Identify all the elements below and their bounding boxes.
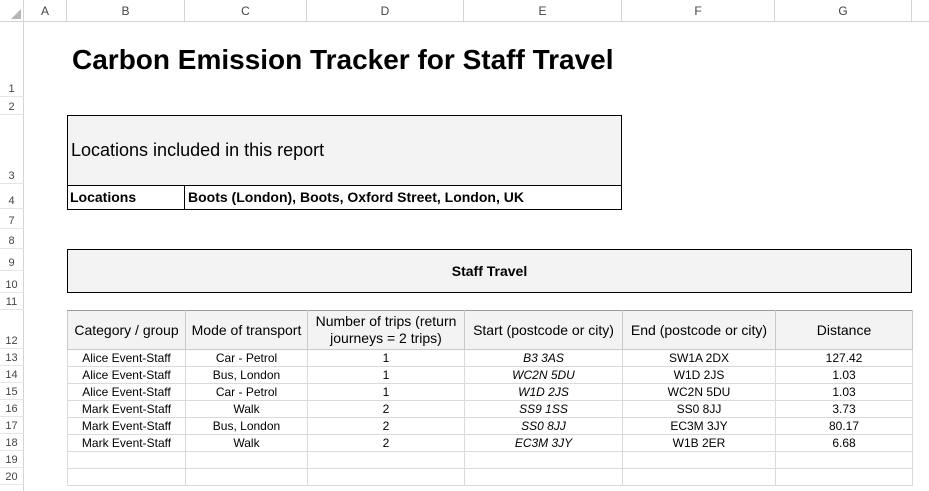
cell-start[interactable]: EC3M 3JY bbox=[464, 434, 623, 452]
table-row-empty bbox=[67, 468, 913, 486]
cell-trips[interactable]: 2 bbox=[307, 417, 465, 435]
page-title: Carbon Emission Tracker for Staff Travel bbox=[72, 44, 614, 75]
column-header-h[interactable] bbox=[912, 0, 929, 22]
cell-trips[interactable]: 2 bbox=[307, 400, 465, 418]
column-header-g[interactable]: G bbox=[775, 0, 912, 22]
empty-cell[interactable] bbox=[185, 468, 308, 486]
select-all-icon bbox=[11, 9, 21, 19]
empty-cell[interactable] bbox=[622, 468, 776, 486]
empty-cell[interactable] bbox=[775, 451, 913, 469]
cell-mode[interactable]: Walk bbox=[185, 400, 308, 418]
empty-cell[interactable] bbox=[464, 468, 623, 486]
empty-cell[interactable] bbox=[464, 451, 623, 469]
row-header-14[interactable]: 14 bbox=[0, 366, 24, 383]
column-header-d[interactable]: D bbox=[307, 0, 464, 22]
row-header-20[interactable]: 20 bbox=[0, 468, 24, 485]
table-row: Mark Event-Staff Bus, London 2 SS0 8JJ E… bbox=[67, 417, 913, 435]
cell-distance[interactable]: 6.68 bbox=[775, 434, 913, 452]
cell-end[interactable]: W1B 2ER bbox=[622, 434, 776, 452]
cell-trips[interactable]: 1 bbox=[307, 383, 465, 401]
empty-cell[interactable] bbox=[67, 468, 186, 486]
cell-mode[interactable]: Bus, London bbox=[185, 366, 308, 384]
cell-distance[interactable]: 127.42 bbox=[775, 349, 913, 367]
header-end[interactable]: End (postcode or city) bbox=[622, 310, 776, 350]
cell-distance[interactable]: 1.03 bbox=[775, 383, 913, 401]
row-header-9[interactable]: 9 bbox=[0, 249, 24, 271]
cell-mode[interactable]: Walk bbox=[185, 434, 308, 452]
cell-start[interactable]: SS0 8JJ bbox=[464, 417, 623, 435]
cell-end[interactable]: WC2N 5DU bbox=[622, 383, 776, 401]
row-header-11[interactable]: 11 bbox=[0, 293, 24, 310]
cell-end[interactable]: SS0 8JJ bbox=[622, 400, 776, 418]
header-category[interactable]: Category / group bbox=[67, 310, 186, 350]
cell-mode[interactable]: Car - Petrol bbox=[185, 349, 308, 367]
row-header-17[interactable]: 17 bbox=[0, 417, 24, 434]
table-row-empty bbox=[67, 451, 913, 469]
cell-distance[interactable]: 1.03 bbox=[775, 366, 913, 384]
column-header-c[interactable]: C bbox=[185, 0, 307, 22]
staff-travel-table: Category / group Mode of transport Numbe… bbox=[67, 310, 913, 486]
row-header-21[interactable] bbox=[0, 485, 24, 491]
header-start[interactable]: Start (postcode or city) bbox=[464, 310, 623, 350]
cell-mode[interactable]: Bus, London bbox=[185, 417, 308, 435]
locations-label[interactable]: Locations bbox=[68, 185, 185, 209]
column-header-b[interactable]: B bbox=[67, 0, 185, 22]
empty-cell[interactable] bbox=[307, 468, 465, 486]
table-row: Mark Event-Staff Walk 2 SS9 1SS SS0 8JJ … bbox=[67, 400, 913, 418]
row-header-19[interactable]: 19 bbox=[0, 451, 24, 468]
column-header-a[interactable]: A bbox=[24, 0, 67, 22]
staff-travel-banner[interactable]: Staff Travel bbox=[67, 249, 912, 293]
column-header-f[interactable]: F bbox=[622, 0, 775, 22]
row-header-18[interactable]: 18 bbox=[0, 434, 24, 451]
cell-start[interactable]: W1D 2JS bbox=[464, 383, 623, 401]
empty-cell[interactable] bbox=[67, 451, 186, 469]
row-header-4[interactable]: 4 bbox=[0, 184, 24, 209]
cell-trips[interactable]: 1 bbox=[307, 366, 465, 384]
cell-category[interactable]: Mark Event-Staff bbox=[67, 417, 186, 435]
cell-category[interactable]: Mark Event-Staff bbox=[67, 400, 186, 418]
cell-trips[interactable]: 1 bbox=[307, 349, 465, 367]
header-distance[interactable]: Distance bbox=[775, 310, 913, 350]
cell-distance[interactable]: 80.17 bbox=[775, 417, 913, 435]
row-header-7[interactable]: 7 bbox=[0, 209, 24, 229]
row-header-8[interactable]: 8 bbox=[0, 229, 24, 249]
cell-category[interactable]: Alice Event-Staff bbox=[67, 349, 186, 367]
cell-category[interactable]: Mark Event-Staff bbox=[67, 434, 186, 452]
cell-end[interactable]: EC3M 3JY bbox=[622, 417, 776, 435]
header-trips[interactable]: Number of trips (return journeys = 2 tri… bbox=[307, 310, 465, 350]
cell-end[interactable]: SW1A 2DX bbox=[622, 349, 776, 367]
select-all-corner[interactable] bbox=[0, 0, 24, 22]
row-header-10[interactable]: 10 bbox=[0, 271, 24, 293]
cell-start[interactable]: WC2N 5DU bbox=[464, 366, 623, 384]
locations-box: Locations included in this report Locati… bbox=[67, 115, 622, 210]
row-header-2[interactable]: 2 bbox=[0, 97, 24, 115]
row-header-15[interactable]: 15 bbox=[0, 383, 24, 400]
empty-cell[interactable] bbox=[185, 451, 308, 469]
row-header-3[interactable]: 3 bbox=[0, 115, 24, 184]
cell-end[interactable]: W1D 2JS bbox=[622, 366, 776, 384]
empty-cell[interactable] bbox=[622, 451, 776, 469]
locations-value[interactable]: Boots (London), Boots, Oxford Street, Lo… bbox=[186, 185, 621, 209]
row-header-1[interactable]: 1 bbox=[0, 22, 24, 97]
cell-trips[interactable]: 2 bbox=[307, 434, 465, 452]
cell-mode[interactable]: Car - Petrol bbox=[185, 383, 308, 401]
cell-start[interactable]: B3 3AS bbox=[464, 349, 623, 367]
table-row: Alice Event-Staff Car - Petrol 1 B3 3AS … bbox=[67, 349, 913, 367]
row-header-12[interactable]: 12 bbox=[0, 310, 24, 349]
table-row: Alice Event-Staff Bus, London 1 WC2N 5DU… bbox=[67, 366, 913, 384]
cell-category[interactable]: Alice Event-Staff bbox=[67, 366, 186, 384]
header-mode[interactable]: Mode of transport bbox=[185, 310, 308, 350]
table-header-row: Category / group Mode of transport Numbe… bbox=[67, 310, 913, 350]
row-header-16[interactable]: 16 bbox=[0, 400, 24, 417]
row-header-13[interactable]: 13 bbox=[0, 349, 24, 366]
empty-cell[interactable] bbox=[775, 468, 913, 486]
table-row: Mark Event-Staff Walk 2 EC3M 3JY W1B 2ER… bbox=[67, 434, 913, 452]
locations-heading[interactable]: Locations included in this report bbox=[68, 116, 621, 186]
cell-start[interactable]: SS9 1SS bbox=[464, 400, 623, 418]
empty-cell[interactable] bbox=[307, 451, 465, 469]
column-header-e[interactable]: E bbox=[464, 0, 622, 22]
cell-category[interactable]: Alice Event-Staff bbox=[67, 383, 186, 401]
cell-distance[interactable]: 3.73 bbox=[775, 400, 913, 418]
table-row: Alice Event-Staff Car - Petrol 1 W1D 2JS… bbox=[67, 383, 913, 401]
